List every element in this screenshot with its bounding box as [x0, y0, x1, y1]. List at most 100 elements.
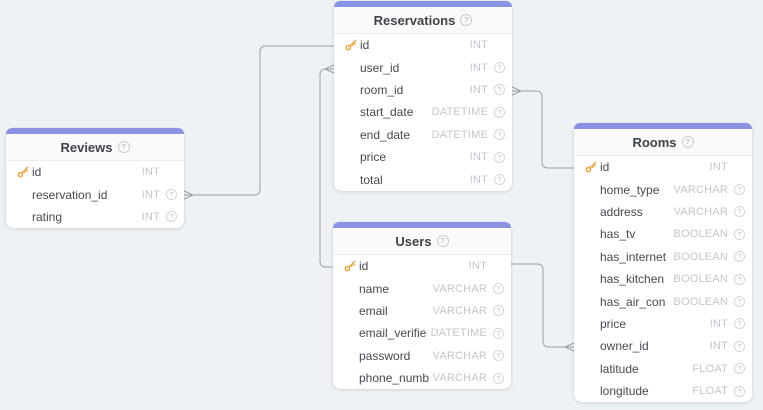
- column-name: id: [32, 165, 138, 179]
- column-name: address: [600, 205, 670, 219]
- help-icon[interactable]: ?: [118, 141, 130, 153]
- column-row-room_id[interactable]: room_idINT?: [334, 79, 512, 101]
- column-row-id[interactable]: idINT?: [334, 34, 512, 56]
- column-name: email: [359, 304, 429, 318]
- column-row-has_air_con[interactable]: has_air_conBOOLEAN?: [574, 290, 752, 312]
- column-row-has_kitchen[interactable]: has_kitchenBOOLEAN?: [574, 268, 752, 290]
- nullable-help-icon[interactable]: ?: [734, 206, 745, 217]
- table-reviews[interactable]: Reviews ? idINT?reservation_idINT?rating…: [6, 128, 184, 228]
- nullable-help-icon[interactable]: ?: [493, 328, 504, 339]
- column-type: DATETIME: [427, 327, 487, 339]
- column-type: DATETIME: [428, 106, 488, 118]
- column-row-has_tv[interactable]: has_tvBOOLEAN?: [574, 223, 752, 245]
- help-icon[interactable]: ?: [437, 235, 449, 247]
- column-name: has_air_con: [600, 295, 669, 309]
- column-type: INT: [138, 211, 160, 223]
- nullable-help-icon[interactable]: ?: [494, 129, 505, 140]
- column-row-id[interactable]: idINT?: [333, 255, 511, 277]
- column-row-price[interactable]: priceINT?: [574, 313, 752, 335]
- nullable-help-icon[interactable]: ?: [734, 296, 745, 307]
- column-type: BOOLEAN: [669, 228, 728, 240]
- column-row-user_id[interactable]: user_idINT?: [334, 56, 512, 78]
- table-rooms[interactable]: Rooms ? idINT?home_typeVARCHAR?addressVA…: [574, 123, 752, 402]
- nullable-help-icon[interactable]: ?: [494, 62, 505, 73]
- table-header[interactable]: Reviews ?: [6, 134, 184, 161]
- column-type: VARCHAR: [429, 283, 487, 295]
- column-row-email[interactable]: emailVARCHAR?: [333, 300, 511, 322]
- nullable-help-icon[interactable]: ?: [734, 363, 745, 374]
- table-header[interactable]: Reservations ?: [334, 7, 512, 34]
- relationship-line[interactable]: [512, 91, 574, 168]
- column-type: INT: [466, 151, 488, 163]
- column-row-name[interactable]: nameVARCHAR?: [333, 277, 511, 299]
- column-list: idINT?home_typeVARCHAR?addressVARCHAR?ha…: [574, 156, 752, 402]
- column-type: INT: [138, 166, 160, 178]
- column-type: INT: [466, 174, 488, 186]
- nullable-help-icon[interactable]: ?: [734, 386, 745, 397]
- column-row-reservation_id[interactable]: reservation_idINT?: [6, 183, 184, 205]
- nullable-help-icon[interactable]: ?: [494, 174, 505, 185]
- relationship-line[interactable]: [184, 46, 334, 195]
- nullable-help-icon[interactable]: ?: [494, 152, 505, 163]
- column-row-owner_id[interactable]: owner_idINT?: [574, 335, 752, 357]
- nullable-help-icon[interactable]: ?: [734, 274, 745, 285]
- relationship-line[interactable]: [320, 69, 334, 267]
- column-name: id: [600, 160, 706, 174]
- nullable-help-icon[interactable]: ?: [734, 251, 745, 262]
- table-title: Rooms: [632, 135, 676, 150]
- help-icon[interactable]: ?: [682, 136, 694, 148]
- column-name: id: [359, 259, 465, 273]
- nullable-help-icon[interactable]: ?: [493, 305, 504, 316]
- column-name: has_kitchen: [600, 272, 669, 286]
- column-row-has_internet[interactable]: has_internetBOOLEAN?: [574, 246, 752, 268]
- column-list: idINT?reservation_idINT?ratingINT?: [6, 161, 184, 228]
- column-row-latitude[interactable]: latitudeFLOAT?: [574, 358, 752, 380]
- column-type: INT: [466, 39, 488, 51]
- column-type: INT: [706, 161, 728, 173]
- help-icon[interactable]: ?: [460, 14, 472, 26]
- column-name: start_date: [360, 105, 428, 119]
- column-row-end_date[interactable]: end_dateDATETIME?: [334, 124, 512, 146]
- primary-key-icon: [585, 161, 600, 173]
- column-list: idINT?nameVARCHAR?emailVARCHAR?email_ver…: [333, 255, 511, 389]
- column-type: VARCHAR: [670, 184, 728, 196]
- nullable-help-icon[interactable]: ?: [494, 84, 505, 95]
- column-row-id[interactable]: idINT?: [6, 161, 184, 183]
- column-name: room_id: [360, 83, 466, 97]
- column-row-id[interactable]: idINT?: [574, 156, 752, 178]
- nullable-help-icon[interactable]: ?: [166, 211, 177, 222]
- nullable-help-icon[interactable]: ?: [734, 184, 745, 195]
- column-row-home_type[interactable]: home_typeVARCHAR?: [574, 178, 752, 200]
- table-users[interactable]: Users ? idINT?nameVARCHAR?emailVARCHAR?e…: [333, 222, 511, 389]
- nullable-help-icon[interactable]: ?: [166, 189, 177, 200]
- column-row-address[interactable]: addressVARCHAR?: [574, 201, 752, 223]
- nullable-help-icon[interactable]: ?: [493, 373, 504, 384]
- column-row-phone_numbe[interactable]: phone_numbeVARCHAR?: [333, 367, 511, 389]
- column-type: INT: [706, 318, 728, 330]
- column-row-rating[interactable]: ratingINT?: [6, 206, 184, 228]
- primary-key-icon: [344, 260, 359, 272]
- column-row-total[interactable]: totalINT?: [334, 168, 512, 190]
- table-title: Reviews: [60, 140, 112, 155]
- table-header[interactable]: Users ?: [333, 228, 511, 255]
- column-row-start_date[interactable]: start_dateDATETIME?: [334, 101, 512, 123]
- primary-key-icon: [17, 166, 32, 178]
- primary-key-icon: [345, 39, 360, 51]
- table-header[interactable]: Rooms ?: [574, 129, 752, 156]
- column-name: rating: [32, 210, 138, 224]
- nullable-help-icon[interactable]: ?: [734, 229, 745, 240]
- nullable-help-icon[interactable]: ?: [493, 283, 504, 294]
- column-row-longitude[interactable]: longitudeFLOAT?: [574, 380, 752, 402]
- nullable-help-icon[interactable]: ?: [734, 341, 745, 352]
- column-row-email_verified_[interactable]: email_verified_DATETIME?: [333, 322, 511, 344]
- nullable-help-icon[interactable]: ?: [494, 107, 505, 118]
- column-type: VARCHAR: [429, 350, 487, 362]
- table-reservations[interactable]: Reservations ? idINT?user_idINT?room_idI…: [334, 1, 512, 191]
- column-row-price[interactable]: priceINT?: [334, 146, 512, 168]
- nullable-help-icon[interactable]: ?: [734, 318, 745, 329]
- column-name: home_type: [600, 183, 670, 197]
- column-row-password[interactable]: passwordVARCHAR?: [333, 345, 511, 367]
- relationship-line[interactable]: [511, 264, 574, 347]
- column-name: email_verified_: [359, 326, 427, 340]
- nullable-help-icon[interactable]: ?: [493, 350, 504, 361]
